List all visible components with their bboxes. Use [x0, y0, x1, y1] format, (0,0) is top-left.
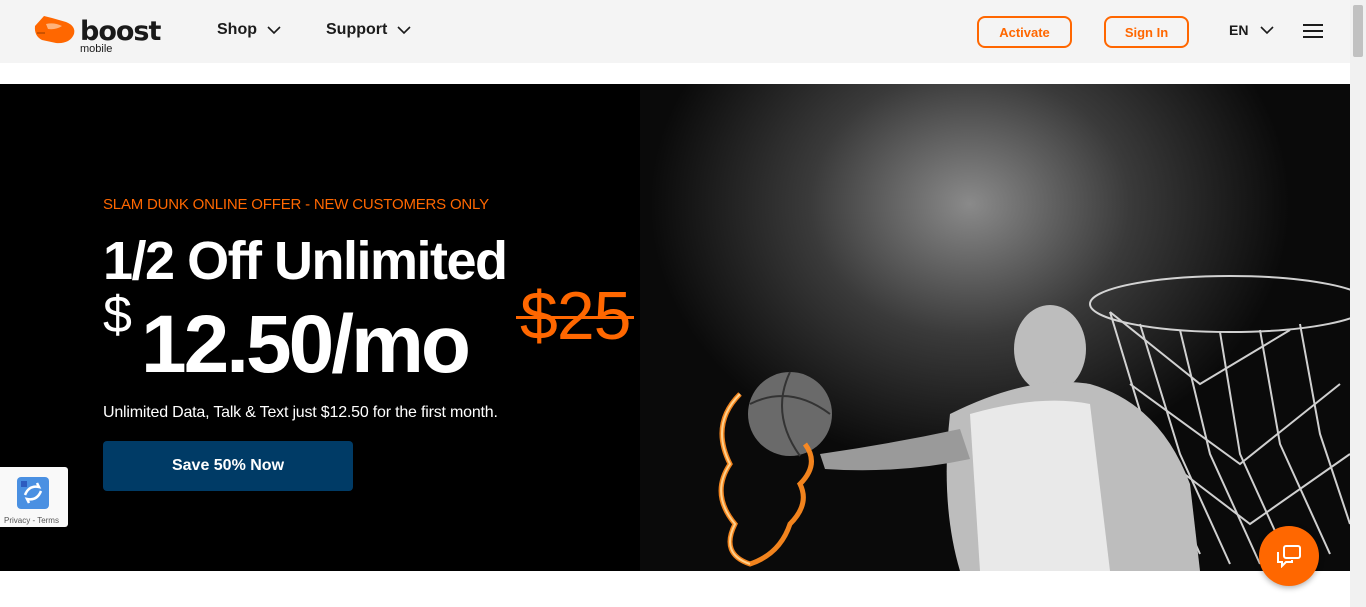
chevron-down-icon [397, 26, 411, 35]
logo-subtext: mobile [80, 43, 113, 55]
hero-subtext: Unlimited Data, Talk & Text just $12.50 … [103, 404, 498, 421]
hero-banner: SLAM DUNK ONLINE OFFER - NEW CUSTOMERS O… [0, 84, 1350, 571]
language-selector[interactable]: EN [1229, 22, 1275, 38]
basketball-player-image [718, 275, 1350, 571]
activate-button[interactable]: Activate [977, 16, 1072, 48]
logo-text: boost [80, 16, 161, 47]
price-symbol: $ [103, 286, 132, 344]
nav-support[interactable]: Support [326, 21, 411, 39]
site-header: boost mobile Shop Support Activate Sign … [0, 0, 1350, 63]
price-amount: 12.50/mo [141, 299, 471, 390]
recaptcha-icon [17, 477, 49, 509]
chevron-down-icon [267, 26, 281, 35]
page-scrollbar[interactable] [1350, 0, 1366, 607]
nav-shop-label: Shop [217, 21, 257, 38]
nav-shop[interactable]: Shop [217, 21, 281, 39]
chat-button[interactable] [1259, 526, 1319, 586]
recaptcha-links[interactable]: Privacy - Terms [4, 516, 59, 525]
language-label: EN [1229, 22, 1249, 38]
hero-headline: 1/2 Off Unlimited [103, 231, 508, 291]
boost-logo-icon [34, 16, 75, 44]
sign-in-button[interactable]: Sign In [1104, 16, 1189, 48]
nav-support-label: Support [326, 21, 388, 38]
recaptcha-badge[interactable]: Privacy - Terms [0, 467, 68, 527]
chevron-down-icon [1260, 26, 1275, 35]
offer-eyebrow: SLAM DUNK ONLINE OFFER - NEW CUSTOMERS O… [103, 196, 489, 213]
hamburger-menu-icon[interactable] [1303, 24, 1323, 40]
boost-mobile-logo[interactable]: boost mobile [32, 12, 172, 55]
old-price: $25 [515, 278, 635, 354]
chat-icon [1277, 545, 1301, 568]
save-50-now-button[interactable]: Save 50% Now [103, 441, 353, 491]
scrollbar-thumb[interactable] [1353, 5, 1363, 57]
